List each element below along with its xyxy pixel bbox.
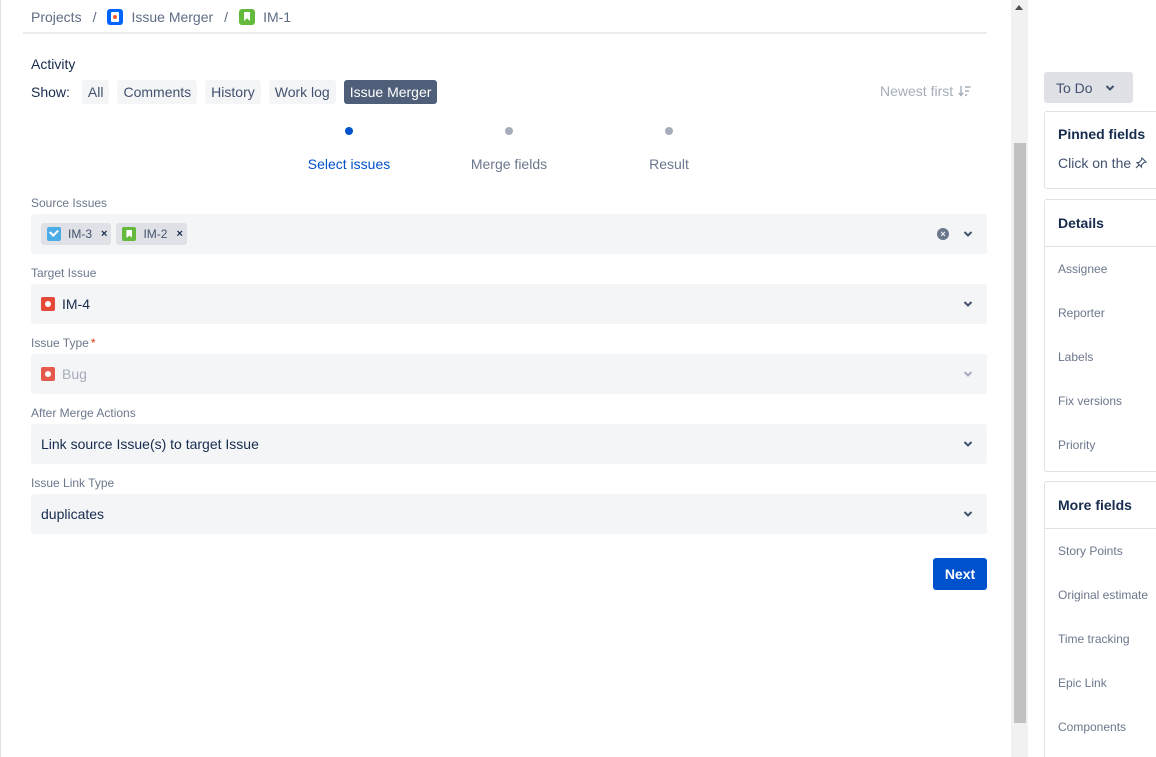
pinned-fields-hint-text: Click on the [1058, 155, 1132, 171]
pinned-fields-hint: Click on the [1045, 142, 1156, 171]
field-original-estimate: Original estimate [1058, 588, 1149, 602]
field-story-points: Story Points [1058, 544, 1123, 558]
activity-title: Activity [31, 56, 76, 72]
breadcrumb-project-link[interactable]: Issue Merger [107, 9, 213, 25]
after-merge-actions-select[interactable]: Link source Issue(s) to target Issue [31, 424, 987, 464]
remove-chip-icon[interactable]: × [101, 228, 107, 240]
story-issue-type-icon [239, 9, 256, 25]
target-issue-label: Target Issue [31, 266, 97, 280]
field-reporter: Reporter [1058, 306, 1105, 320]
step-label: Select issues [307, 156, 391, 172]
field-fix-versions: Fix versions [1058, 394, 1123, 408]
tab-comments[interactable]: Comments [117, 80, 198, 104]
source-issue-chip: IM-3 × [41, 223, 112, 245]
chevron-down-icon [963, 371, 973, 377]
field-time-tracking: Time tracking [1058, 632, 1130, 646]
field-assignee: Assignee [1058, 262, 1108, 276]
after-merge-actions-value: Link source Issue(s) to target Issue [41, 436, 259, 452]
issue-details-sidebar: To Do Pinned fields Click on the Details… [1028, 0, 1156, 757]
breadcrumb-issue-link[interactable]: IM-1 [239, 9, 291, 25]
story-issue-type-icon [122, 227, 137, 241]
issue-link-type-select[interactable]: duplicates [31, 494, 987, 534]
details-title: Details [1058, 215, 1104, 231]
after-merge-actions-label: After Merge Actions [31, 406, 136, 420]
breadcrumb-projects-link[interactable]: Projects [31, 9, 82, 25]
source-issues-label: Source Issues [31, 196, 108, 210]
breadcrumb-separator: / [92, 9, 97, 25]
bug-issue-type-icon [41, 297, 55, 311]
breadcrumb-separator: / [224, 9, 229, 25]
remove-chip-icon[interactable]: × [176, 228, 182, 240]
field-components: Components [1058, 720, 1127, 734]
details-card: Details Assignee Reporter Labels Fix ver… [1044, 199, 1156, 472]
sort-descending-icon [958, 86, 971, 97]
required-marker: * [90, 336, 96, 350]
step-label: Result [649, 156, 689, 172]
status-dropdown-button[interactable]: To Do [1044, 72, 1133, 103]
show-label: Show: [31, 84, 70, 100]
issue-link-type-value: duplicates [41, 506, 105, 522]
clear-selection-icon[interactable]: × [937, 228, 949, 240]
sort-order-toggle[interactable]: Newest first [880, 83, 971, 99]
target-issue-select[interactable]: IM-4 [31, 284, 987, 324]
issue-type-select: Bug [31, 354, 987, 394]
pinned-fields-card: Pinned fields Click on the [1044, 111, 1156, 189]
step-dot [505, 127, 513, 135]
field-epic-link: Epic Link [1058, 676, 1107, 690]
tab-issue-merger[interactable]: Issue Merger [343, 80, 438, 104]
step-select-issues: Select issues [279, 127, 419, 172]
issue-type-label: Issue Type * [31, 336, 96, 350]
step-dot [665, 127, 673, 135]
step-dot [345, 127, 353, 135]
chevron-down-icon [1105, 84, 1114, 91]
more-fields-title: More fields [1058, 497, 1132, 513]
step-result: Result [599, 127, 739, 172]
field-labels: Labels [1058, 350, 1094, 364]
project-avatar-icon [107, 9, 124, 25]
source-issues-select[interactable]: IM-3 × IM-2 × × [31, 214, 987, 254]
header-divider [23, 32, 987, 34]
breadcrumb-project-label: Issue Merger [131, 9, 214, 25]
chevron-down-icon[interactable] [963, 229, 973, 239]
issue-link-type-label: Issue Link Type [31, 476, 115, 490]
pinned-fields-title: Pinned fields [1058, 126, 1146, 142]
issue-type-label-text: Issue Type [31, 336, 89, 350]
source-issue-chip: IM-2 × [116, 223, 187, 245]
tab-all[interactable]: All [81, 80, 110, 104]
chevron-down-icon[interactable] [963, 299, 973, 309]
sort-order-label: Newest first [880, 83, 954, 99]
step-label: Merge fields [470, 156, 548, 172]
activity-filter-tabs: Show: All Comments History Work log Issu… [31, 80, 445, 104]
more-fields-card: More fields Story Points Original estima… [1044, 481, 1156, 757]
tab-work-log[interactable]: Work log [268, 80, 336, 104]
breadcrumb-issue-label: IM-1 [263, 9, 292, 25]
chevron-down-icon[interactable] [963, 439, 973, 449]
left-edge [0, 0, 1, 757]
status-label: To Do [1056, 79, 1093, 96]
pin-icon [1135, 157, 1148, 169]
step-merge-fields: Merge fields [439, 127, 579, 172]
chip-label: IM-3 [68, 227, 92, 241]
target-issue-value: IM-4 [62, 296, 90, 312]
bug-issue-type-icon [41, 367, 55, 381]
tab-history[interactable]: History [205, 80, 261, 104]
chevron-down-icon[interactable] [963, 509, 973, 519]
issue-type-value: Bug [62, 366, 87, 382]
chip-label: IM-2 [143, 227, 168, 241]
scroll-up-arrow-icon[interactable] [1015, 5, 1023, 10]
next-button[interactable]: Next [933, 558, 987, 590]
breadcrumb: Projects / Issue Merger / IM-1 [31, 7, 291, 27]
task-issue-type-icon [47, 227, 61, 241]
scrollbar-thumb[interactable] [1014, 143, 1026, 723]
field-priority: Priority [1058, 438, 1096, 452]
